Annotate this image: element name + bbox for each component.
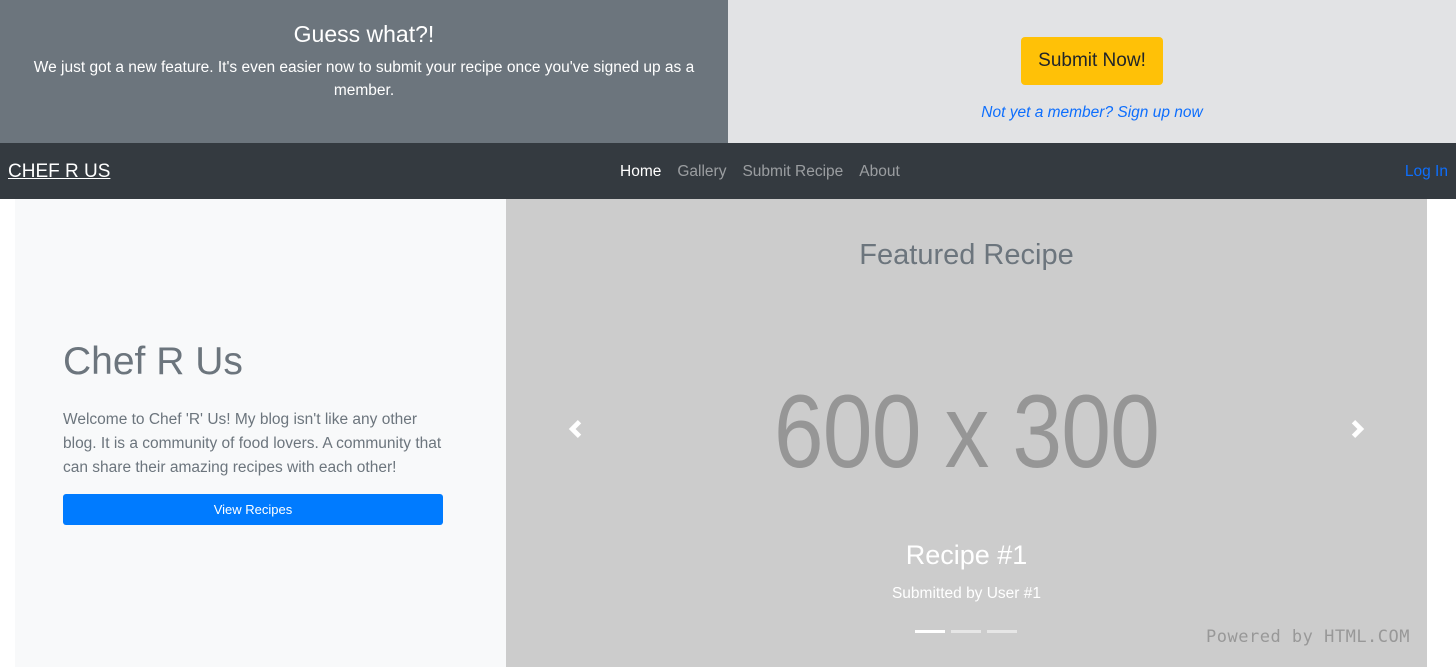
brand-logo[interactable]: CHEF R US bbox=[8, 160, 110, 184]
nav-item-home[interactable]: Home bbox=[612, 162, 669, 182]
carousel-indicator-1[interactable] bbox=[915, 630, 945, 633]
nav-item-submit-recipe[interactable]: Submit Recipe bbox=[734, 162, 851, 182]
carousel-prev-button[interactable] bbox=[563, 415, 587, 443]
chevron-right-icon bbox=[1351, 420, 1365, 438]
navbar: CHEF R US Home Gallery Submit Recipe Abo… bbox=[0, 143, 1456, 199]
log-in-link[interactable]: Log In bbox=[1405, 162, 1448, 182]
announcement-panel: Guess what?! We just got a new feature. … bbox=[0, 0, 728, 143]
submit-now-button[interactable]: Submit Now! bbox=[1021, 37, 1163, 85]
sign-up-link[interactable]: Not yet a member? Sign up now bbox=[728, 103, 1456, 123]
carousel-indicator-2[interactable] bbox=[951, 630, 981, 633]
featured-title: Featured Recipe bbox=[859, 239, 1074, 271]
carousel-next-button[interactable] bbox=[1346, 415, 1370, 443]
nav-item-gallery[interactable]: Gallery bbox=[669, 162, 734, 182]
call-to-action-panel: Submit Now! Not yet a member? Sign up no… bbox=[728, 0, 1456, 143]
view-recipes-button[interactable]: View Recipes bbox=[63, 494, 443, 525]
nav-item-about[interactable]: About bbox=[851, 162, 908, 182]
watermark: Powered by HTML.COM bbox=[1206, 627, 1410, 647]
intro-panel: Chef R Us Welcome to Chef 'R' Us! My blo… bbox=[15, 199, 506, 667]
announcement-title: Guess what?! bbox=[293, 21, 435, 47]
nav-menu: Home Gallery Submit Recipe About bbox=[612, 162, 908, 182]
carousel-caption-text: Submitted by User #1 bbox=[891, 585, 1042, 602]
carousel-indicator-3[interactable] bbox=[987, 630, 1017, 633]
page-title: Chef R Us bbox=[63, 340, 243, 383]
featured-recipe-carousel: Featured Recipe 600 x 300 Recipe #1 Subm… bbox=[506, 199, 1427, 667]
carousel-indicators bbox=[915, 630, 1023, 633]
top-banner: Guess what?! We just got a new feature. … bbox=[0, 0, 1456, 143]
carousel-caption-title: Recipe #1 bbox=[905, 540, 1028, 570]
announcement-text: We just got a new feature. It's even eas… bbox=[33, 59, 695, 99]
chevron-left-icon bbox=[568, 420, 582, 438]
placeholder-image: 600 x 300 bbox=[773, 374, 1160, 490]
intro-text: Welcome to Chef 'R' Us! My blog isn't li… bbox=[63, 411, 442, 476]
main-content: Chef R Us Welcome to Chef 'R' Us! My blo… bbox=[0, 199, 1456, 667]
